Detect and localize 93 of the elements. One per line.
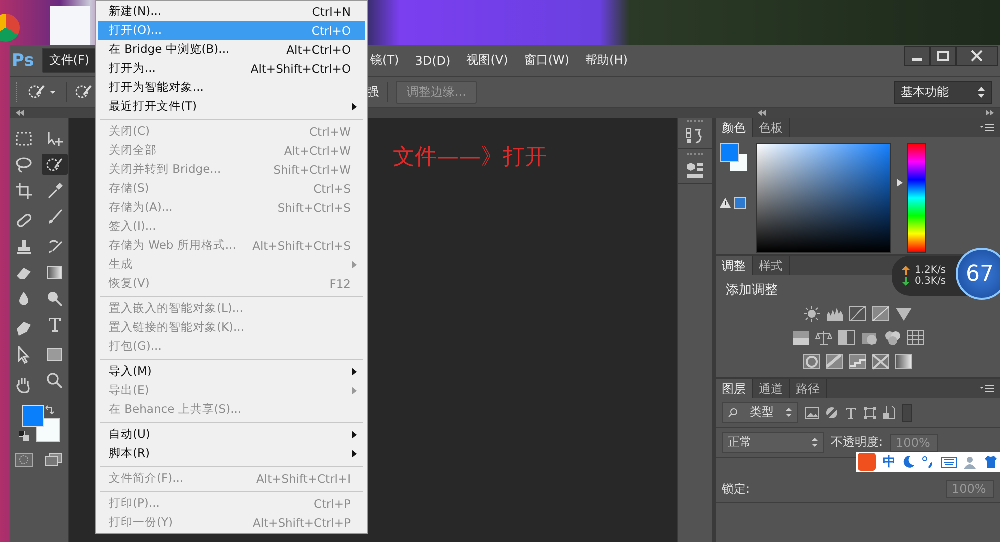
foreground-swatch[interactable]: [720, 143, 739, 162]
menu-item[interactable]: 窗口(W): [518, 49, 576, 72]
quick-selection-icon[interactable]: [42, 154, 68, 175]
annotation-text: 文件——》打开: [393, 144, 548, 172]
default-colors-icon[interactable]: [19, 431, 29, 441]
collapse-icon[interactable]: [758, 110, 766, 116]
expand-icon[interactable]: [986, 110, 994, 116]
menu-item[interactable]: 视图(V): [460, 49, 514, 72]
screen-mode-icon[interactable]: [45, 453, 63, 467]
menu-item[interactable]: 新建(N)... Ctrl+N: [98, 2, 365, 21]
lock-label: 锁定:: [722, 480, 750, 498]
panel-tab[interactable]: 图层: [716, 379, 753, 398]
shirt-icon[interactable]: [985, 456, 997, 468]
filter-toggle[interactable]: [902, 404, 912, 422]
stair-square-icon[interactable]: [849, 353, 867, 371]
fade-square-icon[interactable]: [895, 353, 913, 371]
menu-item[interactable]: 在 Bridge 中浏览(B)... Alt+Ctrl+O: [98, 40, 365, 59]
exposure-icon[interactable]: [872, 305, 890, 323]
menu-item[interactable]: 文件(F): [42, 48, 97, 73]
keyboard-icon[interactable]: [941, 456, 957, 468]
gradient-swatch-icon[interactable]: [792, 329, 810, 347]
app-logo: Ps: [11, 50, 36, 70]
shape-filter-icon[interactable]: [864, 406, 876, 418]
panel-tab[interactable]: 路径: [790, 379, 827, 398]
panel-menu-icon[interactable]: [980, 384, 994, 392]
close-button[interactable]: [956, 46, 998, 66]
blend-mode-dropdown[interactable]: 正常: [722, 432, 824, 453]
curves-icon[interactable]: [849, 305, 867, 323]
panel-menu-icon[interactable]: [980, 124, 994, 132]
color-swatch[interactable]: [734, 197, 746, 209]
hue-pointer-icon[interactable]: [897, 178, 903, 187]
cube-icon[interactable]: [686, 161, 704, 179]
foreground-swatch[interactable]: [22, 405, 44, 427]
color-picker-field[interactable]: [756, 143, 891, 253]
updown-caret-icon: [978, 86, 985, 98]
search-icon: [728, 408, 738, 418]
menu-item[interactable]: 导入(M): [98, 362, 365, 381]
document-thumbnail: [50, 6, 90, 45]
maximize-icon: [937, 51, 949, 61]
panel-tab[interactable]: 通道: [753, 379, 790, 398]
language-mode-toggle[interactable]: 中: [883, 453, 896, 471]
option-label: 强: [367, 84, 379, 100]
menu-item[interactable]: 自动(U): [98, 425, 365, 444]
grid-icon[interactable]: [906, 329, 924, 347]
image-filter-icon[interactable]: [805, 406, 819, 418]
download-speed: 0.3K/s: [915, 276, 946, 287]
minimize-icon: [912, 58, 922, 61]
inverted-square-icon[interactable]: [803, 353, 821, 371]
triangle-icon[interactable]: [895, 305, 913, 323]
adjustment-filter-icon[interactable]: [826, 406, 838, 418]
opacity-label: 不透明度:: [831, 434, 884, 451]
menu-item[interactable]: 打开为智能对象...: [98, 78, 365, 97]
workspace-dropdown[interactable]: 基本功能: [894, 80, 992, 104]
hue-slider[interactable]: [897, 143, 926, 253]
quick-selection-icon[interactable]: [75, 83, 93, 101]
menu-item[interactable]: 3D(D): [409, 50, 457, 70]
panel-tab[interactable]: 调整: [716, 256, 753, 275]
menu-item[interactable]: 脚本(R): [98, 444, 365, 463]
smart-object-filter-icon[interactable]: [883, 406, 895, 419]
quick-selection-icon[interactable]: [28, 83, 58, 101]
download-arrow-icon: [902, 277, 910, 286]
swap-icon[interactable]: [45, 405, 55, 415]
quick-mask-icon[interactable]: [15, 453, 33, 467]
close-icon: [971, 50, 983, 62]
collapse-icon[interactable]: [16, 110, 24, 116]
minimize-button[interactable]: [904, 46, 930, 66]
panel-tab[interactable]: 色板: [753, 118, 790, 137]
warning-icon: [720, 198, 731, 208]
input-method-logo-icon[interactable]: [858, 453, 876, 471]
maximize-button[interactable]: [930, 46, 956, 66]
punctuation-icon[interactable]: [922, 456, 934, 468]
half-square-icon[interactable]: [838, 329, 856, 347]
menu-item[interactable]: 镜(T): [364, 49, 406, 72]
filter-dropdown[interactable]: 类型: [722, 402, 798, 423]
menu-item[interactable]: 打开为... Alt+Shift+Ctrl+O: [98, 59, 365, 78]
panel-title: 添加调整: [725, 282, 779, 300]
diagonal-square-icon[interactable]: [826, 353, 844, 371]
sun-icon[interactable]: [803, 305, 821, 323]
hourglass-square-icon[interactable]: [872, 353, 890, 371]
history-icon[interactable]: [686, 128, 704, 144]
moon-icon[interactable]: [903, 456, 915, 468]
type-filter-icon[interactable]: [845, 406, 857, 418]
menu-item[interactable]: 打开(O)... Ctrl+O: [98, 21, 365, 40]
upload-arrow-icon: [902, 266, 910, 275]
updown-caret-icon: [812, 438, 818, 447]
panel-tab[interactable]: 样式: [753, 256, 790, 275]
updown-caret-icon: [786, 408, 792, 417]
circles-icon[interactable]: [884, 329, 902, 347]
menu-item[interactable]: 最近打开文件(T): [98, 97, 365, 116]
upload-speed: 1.2K/s: [915, 265, 946, 276]
scales-icon[interactable]: [814, 329, 832, 347]
panel-tab[interactable]: 颜色: [716, 118, 753, 137]
menu-item[interactable]: 帮助(H): [580, 49, 634, 72]
